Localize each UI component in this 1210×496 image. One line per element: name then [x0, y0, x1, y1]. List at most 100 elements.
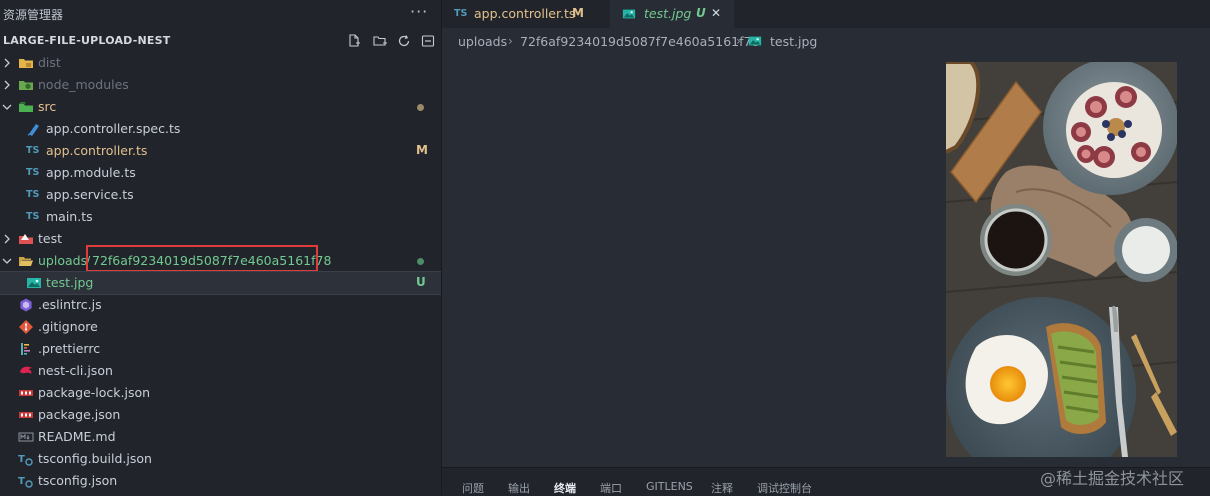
tree-item-label: node_modules: [38, 77, 129, 92]
panel-tab-debug-console[interactable]: 调试控制台: [757, 480, 812, 496]
breakfast-photo: [946, 62, 1177, 457]
tab-label: app.controller.ts: [474, 6, 576, 21]
highlight-annotation-box: [86, 245, 318, 272]
tree-folder-dist[interactable]: dist: [0, 52, 441, 74]
tree-file-app-module[interactable]: TS app.module.ts: [0, 162, 441, 184]
editor-tab-bar: TS app.controller.ts M test.jpg U ✕: [442, 0, 1210, 28]
ts-file-icon: TS: [26, 167, 40, 178]
tree-item-label: main.ts: [46, 209, 93, 224]
tree-item-label: app.module.ts: [46, 165, 136, 180]
chevron-down-icon: [2, 258, 12, 264]
chevron-right-icon: ›: [736, 34, 741, 48]
breadcrumb-item[interactable]: 72f6af9234019d5087f7e460a5161f78: [520, 34, 759, 49]
modified-indicator: [417, 104, 424, 111]
git-untracked-badge: U: [696, 6, 706, 20]
tree-file-app-service[interactable]: TS app.service.ts: [0, 184, 441, 206]
tree-file-gitignore[interactable]: .gitignore: [0, 316, 441, 338]
tree-file-tsconfig-build[interactable]: T tsconfig.build.json: [0, 448, 441, 470]
tree-item-label: .eslintrc.js: [38, 297, 102, 312]
tree-file-main[interactable]: TS main.ts: [0, 206, 441, 228]
src-folder-icon: [19, 102, 33, 112]
panel-tab-output[interactable]: 输出: [508, 480, 530, 496]
git-modified-badge: M: [572, 6, 584, 20]
tree-file-app-controller[interactable]: TS app.controller.ts M: [0, 140, 441, 162]
tree-item-label: src: [38, 99, 57, 114]
tree-file-app-controller-spec[interactable]: app.controller.spec.ts: [0, 118, 441, 140]
ts-file-icon: TS: [26, 211, 40, 222]
collapse-all-icon[interactable]: [419, 32, 437, 50]
tree-item-label: app.controller.spec.ts: [46, 121, 181, 136]
image-file-icon: [27, 278, 41, 288]
git-icon: [19, 320, 33, 334]
untracked-indicator: [417, 258, 424, 265]
chevron-right-icon: ›: [508, 34, 513, 48]
tree-item-label: app.service.ts: [46, 187, 134, 202]
tree-file-package[interactable]: package.json: [0, 404, 441, 426]
chevron-right-icon: [4, 80, 10, 90]
tsconfig-icon: T: [18, 454, 33, 466]
svg-text:T: T: [18, 476, 25, 487]
tab-label: test.jpg: [644, 6, 692, 21]
tree-item-label: README.md: [38, 429, 116, 444]
tree-item-label: tsconfig.build.json: [38, 451, 152, 466]
tree-item-label: .gitignore: [38, 319, 98, 334]
chevron-right-icon: [4, 58, 10, 68]
tree-file-prettierrc[interactable]: .prettierrc: [0, 338, 441, 360]
tree-item-label: uploads: [38, 253, 88, 268]
watermark: @稀土掘金技术社区: [1040, 469, 1185, 488]
tree-folder-node-modules[interactable]: node_modules: [0, 74, 441, 96]
svg-text:T: T: [18, 454, 25, 465]
explorer-title: 资源管理器: [3, 8, 64, 22]
nest-icon: [20, 366, 32, 374]
tree-item-label: test: [38, 231, 63, 246]
tree-item-label: .prettierrc: [38, 341, 101, 356]
tree-item-label: test.jpg: [46, 275, 94, 290]
ts-file-icon: TS: [26, 189, 40, 200]
project-name: LARGE-FILE-UPLOAD-NEST: [3, 34, 171, 47]
image-file-icon: [748, 36, 762, 46]
folder-open-icon: [19, 257, 33, 266]
new-folder-icon[interactable]: [371, 32, 389, 50]
panel-tab-terminal[interactable]: 终端: [554, 480, 576, 496]
tab-app-controller[interactable]: TS app.controller.ts M: [442, 0, 610, 28]
dist-folder-icon: [19, 59, 33, 68]
git-untracked-badge: U: [416, 275, 426, 289]
tree-file-nest-cli[interactable]: nest-cli.json: [0, 360, 441, 382]
panel-tab-comments[interactable]: 注释: [711, 480, 733, 496]
tree-file-eslintrc[interactable]: .eslintrc.js: [0, 294, 441, 316]
chevron-down-icon: [2, 104, 12, 110]
tree-item-label: package.json: [38, 407, 121, 422]
panel-tab-problems[interactable]: 问题: [462, 480, 484, 496]
panel-tab-ports[interactable]: 端口: [600, 480, 622, 496]
explorer-header: 资源管理器 ···: [0, 0, 441, 28]
markdown-icon: [18, 432, 34, 442]
refresh-icon[interactable]: [395, 32, 413, 50]
new-file-icon[interactable]: [345, 32, 363, 50]
image-file-icon: [622, 9, 636, 19]
tree-item-label: dist: [38, 55, 61, 70]
tree-item-label: package-lock.json: [38, 385, 151, 400]
explorer-sidebar: 资源管理器 ··· LARGE-FILE-UPLOAD-NEST dist no…: [0, 0, 442, 495]
more-actions-button[interactable]: ···: [410, 2, 428, 21]
project-header[interactable]: LARGE-FILE-UPLOAD-NEST: [0, 30, 441, 52]
panel-tab-gitlens[interactable]: GITLENS: [646, 480, 693, 493]
test-folder-icon: [19, 234, 33, 244]
tab-test-jpg[interactable]: test.jpg U ✕: [610, 0, 734, 28]
breadcrumb-item[interactable]: test.jpg: [770, 34, 817, 49]
breadcrumb: uploads › 72f6af9234019d5087f7e460a5161f…: [442, 28, 1210, 54]
tree-file-test-jpg[interactable]: test.jpg U: [0, 271, 441, 295]
close-tab-button[interactable]: ✕: [711, 6, 721, 20]
git-modified-badge: M: [416, 143, 428, 157]
tree-file-readme[interactable]: README.md: [0, 426, 441, 448]
breadcrumb-item[interactable]: uploads: [458, 34, 507, 49]
prettier-icon: [21, 343, 30, 355]
spec-test-icon: [27, 124, 39, 136]
eslint-icon: [20, 298, 32, 312]
tree-folder-src[interactable]: src: [0, 96, 441, 118]
tree-file-tsconfig[interactable]: T tsconfig.json: [0, 470, 441, 492]
tree-file-package-lock[interactable]: package-lock.json: [0, 382, 441, 404]
npm-icon: [19, 390, 33, 396]
ts-file-icon: TS: [454, 8, 468, 19]
node-folder-icon: [19, 81, 33, 90]
tree-item-label: tsconfig.json: [38, 473, 118, 488]
